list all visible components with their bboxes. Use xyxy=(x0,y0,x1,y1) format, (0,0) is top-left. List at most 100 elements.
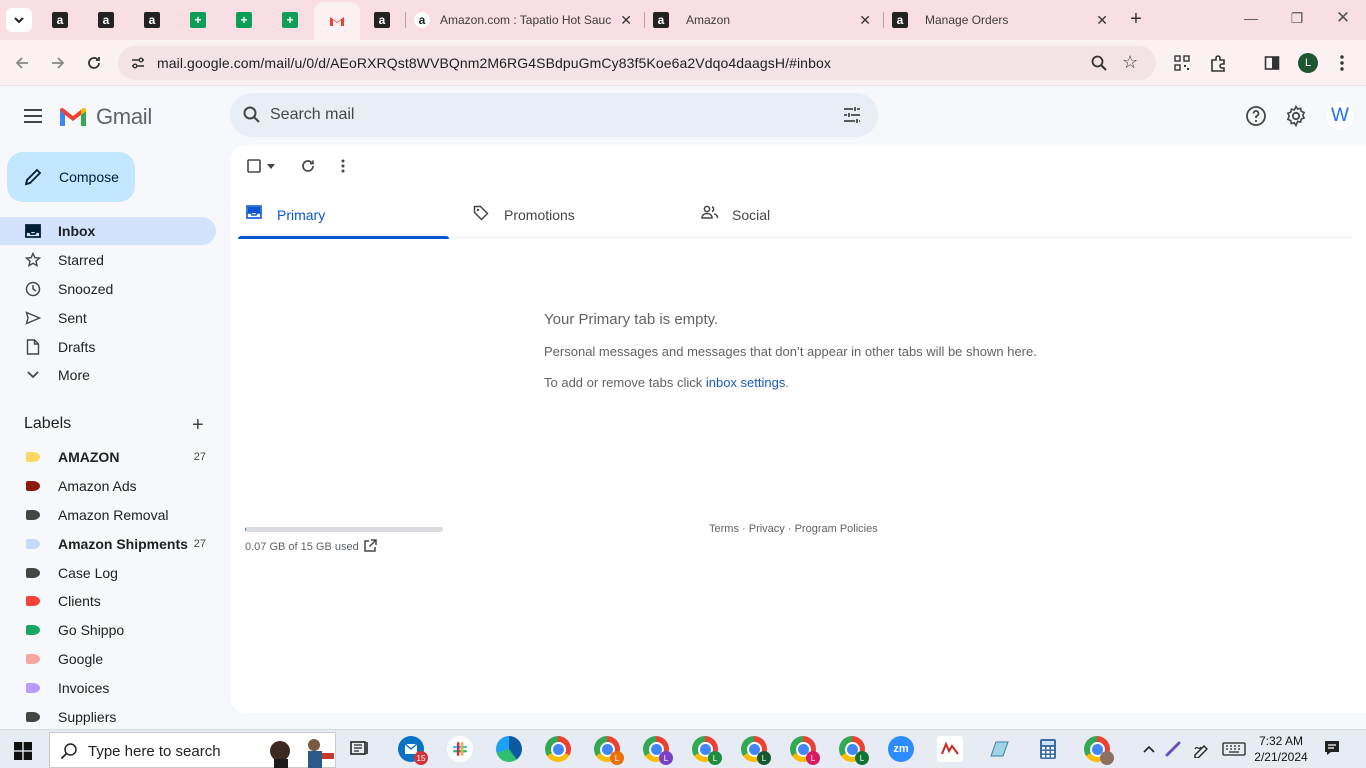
browser-menu-icon[interactable] xyxy=(1332,53,1352,73)
tab-social[interactable]: Social xyxy=(693,191,904,238)
zoom-app-icon[interactable]: zm xyxy=(888,736,914,762)
extensions-icon[interactable] xyxy=(1208,53,1228,73)
profile-badge-icon: L xyxy=(610,751,624,765)
program-policies-link[interactable]: Program Policies xyxy=(795,523,878,535)
browser-tab-sheets-2[interactable]: + xyxy=(221,0,267,40)
refresh-button[interactable] xyxy=(301,157,315,175)
browser-tab-sheets-1[interactable]: + xyxy=(175,0,221,40)
reload-button[interactable] xyxy=(83,52,105,74)
label-item[interactable]: Clients xyxy=(0,587,216,615)
compose-button[interactable]: Compose xyxy=(7,152,135,202)
new-tab-button[interactable]: + xyxy=(1126,9,1146,30)
search-bar[interactable]: Search mail xyxy=(230,93,878,137)
account-avatar[interactable]: W xyxy=(1326,102,1354,130)
close-tab-icon[interactable]: ✕ xyxy=(620,12,632,29)
browser-tab-amazon-3[interactable]: a xyxy=(129,0,175,40)
close-tab-icon[interactable]: ✕ xyxy=(859,12,871,29)
chrome-profile-icon[interactable]: L xyxy=(692,736,722,765)
label-item[interactable]: AMAZON 27 xyxy=(0,443,216,471)
tab-primary[interactable]: Primary xyxy=(238,191,449,239)
privacy-link[interactable]: Privacy xyxy=(749,523,785,535)
pen-workspace-icon[interactable] xyxy=(1191,740,1211,758)
nav-item-sent[interactable]: Sent xyxy=(0,304,216,332)
browser-tab-manage-orders[interactable]: a Manage Orders ✕ xyxy=(884,0,1118,40)
select-checkbox-dropdown[interactable] xyxy=(247,157,275,175)
nav-item-snoozed[interactable]: Snoozed xyxy=(0,275,216,303)
tab-search-button[interactable] xyxy=(6,8,32,32)
tab-promotions[interactable]: Promotions xyxy=(465,191,676,238)
task-view-icon[interactable] xyxy=(349,739,369,757)
restore-button[interactable]: ❐ xyxy=(1282,10,1312,27)
nav-item-starred[interactable]: Starred xyxy=(0,246,216,274)
edge-browser-icon[interactable] xyxy=(496,736,522,762)
browser-tab-tapatio[interactable]: a Amazon.com : Tapatio Hot Sauc ✕ xyxy=(406,0,642,40)
browser-tab-amazon-5[interactable]: a Amazon ✕ xyxy=(645,0,881,40)
side-panel-icon[interactable] xyxy=(1262,53,1282,73)
back-button[interactable] xyxy=(11,52,33,74)
minimize-button[interactable]: — xyxy=(1236,10,1266,26)
label-item[interactable]: Amazon Ads xyxy=(0,472,216,500)
label-item[interactable]: Amazon Removal xyxy=(0,501,216,529)
notifications-icon[interactable] xyxy=(1322,739,1342,757)
help-icon[interactable] xyxy=(1244,104,1268,128)
browser-profile-avatar[interactable]: L xyxy=(1298,53,1318,73)
browser-tab-amazon-1[interactable]: a xyxy=(37,0,83,40)
browser-tab-gmail[interactable] xyxy=(314,2,360,40)
system-clock[interactable]: 7:32 AM 2/21/2024 xyxy=(1252,733,1310,765)
show-hidden-icons-chevron-icon[interactable] xyxy=(1139,740,1159,758)
browser-tab-sheets-3[interactable]: + xyxy=(267,0,313,40)
label-item[interactable]: Suppliers xyxy=(0,703,216,731)
notepad-icon[interactable] xyxy=(986,736,1012,762)
gmail-m-icon xyxy=(60,108,86,126)
chrome-icon[interactable] xyxy=(545,736,571,762)
main-menu-icon[interactable] xyxy=(22,106,44,126)
chrome-profile-icon[interactable]: L xyxy=(790,736,820,765)
label-item[interactable]: Case Log xyxy=(0,559,216,587)
taskbar-search-input[interactable]: Type here to search xyxy=(88,743,221,760)
terms-link[interactable]: Terms xyxy=(709,523,739,535)
tab-label: Primary xyxy=(277,206,326,223)
label-item[interactable]: Invoices xyxy=(0,674,216,702)
browser-tab-amazon-2[interactable]: a xyxy=(83,0,129,40)
nav-item-inbox[interactable]: Inbox xyxy=(0,217,216,245)
more-actions-button[interactable] xyxy=(341,157,345,175)
search-input[interactable]: Search mail xyxy=(270,106,354,124)
empty-state-settings-hint: To add or remove tabs click inbox settin… xyxy=(544,375,789,390)
nav-item-drafts[interactable]: Drafts xyxy=(0,333,216,361)
zoom-icon[interactable] xyxy=(1090,54,1108,72)
open-in-new-icon[interactable] xyxy=(363,539,377,553)
pen-tray-icon[interactable] xyxy=(1163,740,1183,758)
label-item[interactable]: Google xyxy=(0,645,216,673)
search-icon[interactable] xyxy=(242,105,262,125)
chrome-profile-icon[interactable]: L xyxy=(741,736,771,765)
forward-button[interactable] xyxy=(47,52,69,74)
inbox-settings-link[interactable]: inbox settings xyxy=(706,375,786,390)
calculator-icon[interactable] xyxy=(1035,736,1061,762)
label-item[interactable]: Amazon Shipments 27 xyxy=(0,530,216,558)
create-label-button[interactable]: + xyxy=(192,414,204,437)
address-bar[interactable]: mail.google.com/mail/u/0/d/AEoRXRQst8WVB… xyxy=(118,46,1156,80)
chrome-user-icon[interactable] xyxy=(1084,736,1114,765)
settings-gear-icon[interactable] xyxy=(1284,104,1308,128)
touch-keyboard-icon[interactable] xyxy=(1221,740,1247,758)
pdf-app-icon[interactable] xyxy=(937,736,963,762)
windows-start-icon[interactable] xyxy=(14,742,32,760)
browser-tab-amazon-4[interactable]: a xyxy=(359,0,405,40)
label-item[interactable]: Go Shippo xyxy=(0,616,216,644)
chrome-profile-icon[interactable]: L xyxy=(594,736,624,765)
mail-app-icon[interactable]: 15 xyxy=(398,736,428,765)
bookmark-star-icon[interactable]: ☆ xyxy=(1122,52,1138,73)
storage-usage-text[interactable]: 0.07 GB of 15 GB used xyxy=(245,541,359,553)
close-tab-icon[interactable]: ✕ xyxy=(1096,12,1108,29)
gmail-logo[interactable]: Gmail xyxy=(58,104,152,130)
site-info-icon[interactable] xyxy=(130,55,146,71)
close-window-button[interactable]: ✕ xyxy=(1328,8,1358,28)
url-text[interactable]: mail.google.com/mail/u/0/d/AEoRXRQst8WVB… xyxy=(157,55,831,71)
qr-code-icon[interactable] xyxy=(1172,53,1192,73)
chrome-profile-icon[interactable]: L xyxy=(839,736,869,765)
slack-icon[interactable] xyxy=(447,736,473,762)
taskbar-search-box[interactable]: Type here to search xyxy=(49,732,336,768)
chrome-profile-icon[interactable]: L xyxy=(643,736,673,765)
search-options-icon[interactable] xyxy=(842,106,862,124)
nav-item-more[interactable]: More xyxy=(0,361,216,389)
